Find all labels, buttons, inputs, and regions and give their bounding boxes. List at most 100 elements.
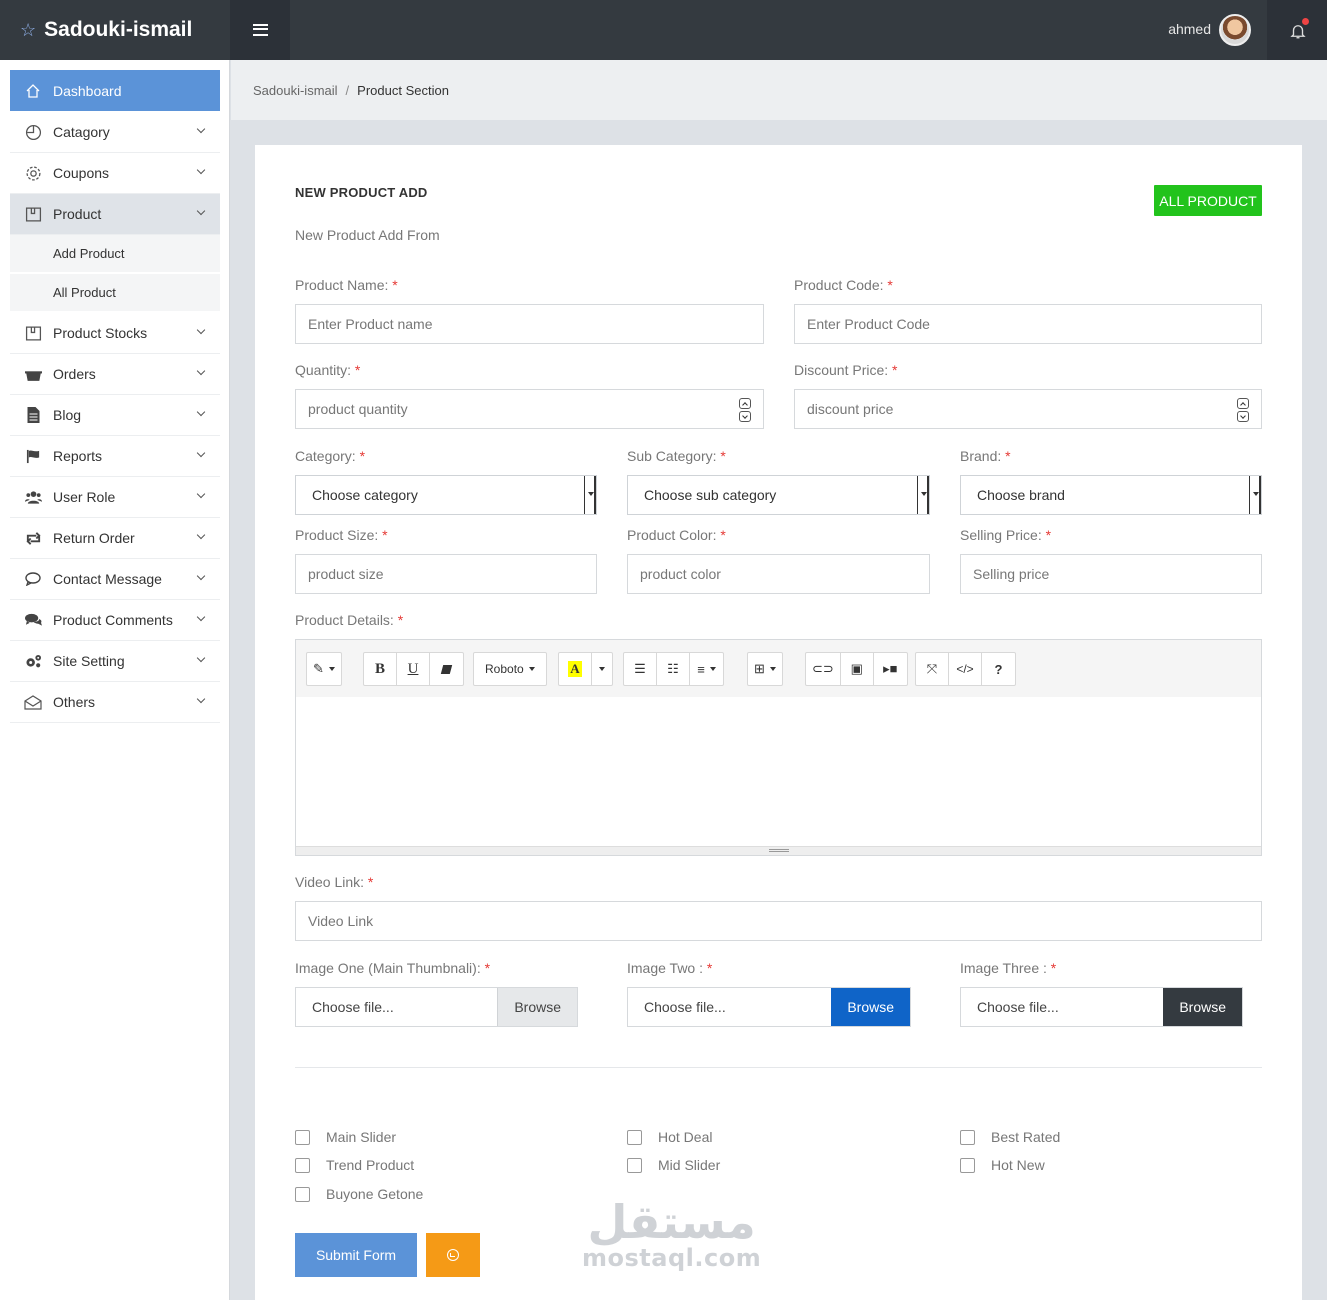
retweet-icon bbox=[24, 529, 42, 547]
help-button[interactable]: ? bbox=[982, 653, 1015, 685]
number-spinner[interactable] bbox=[739, 398, 751, 422]
sub-category-select[interactable]: Choose sub category bbox=[627, 475, 930, 515]
checkbox-box[interactable] bbox=[295, 1186, 310, 1202]
sidebar-item-reports[interactable]: Reports bbox=[10, 436, 220, 477]
text-color-button[interactable]: A bbox=[559, 653, 592, 685]
ordered-list-button[interactable]: ☷ bbox=[657, 653, 690, 685]
code-view-button[interactable]: </> bbox=[949, 653, 982, 685]
checkbox-trend-product[interactable]: Trend Product bbox=[295, 1157, 414, 1173]
spin-down-icon bbox=[1237, 411, 1249, 422]
product-details-editor[interactable]: ✎ B U Roboto A ☰ ☷ ≡ ⊞ ⊂⊃ ▣ ▸■ ⤧ </> ? bbox=[295, 639, 1262, 856]
checkbox-box[interactable] bbox=[960, 1157, 975, 1173]
category-select[interactable]: Choose category bbox=[295, 475, 597, 515]
avatar[interactable] bbox=[1219, 14, 1251, 46]
sidebar-item-dashboard[interactable]: Dashboard bbox=[10, 70, 220, 111]
home-icon bbox=[24, 82, 42, 100]
checkbox-box[interactable] bbox=[295, 1129, 310, 1145]
sidebar-item-label: Dashboard bbox=[53, 82, 122, 99]
product-color-input[interactable]: product color bbox=[627, 554, 930, 594]
checkbox-box[interactable] bbox=[295, 1157, 310, 1173]
video-button[interactable]: ▸■ bbox=[874, 653, 907, 685]
editor-resize-handle[interactable] bbox=[296, 846, 1261, 855]
browse-button[interactable]: Browse bbox=[497, 988, 577, 1026]
unordered-list-button[interactable]: ☰ bbox=[624, 653, 657, 685]
file-name: Choose file... bbox=[644, 999, 726, 1015]
sidebar-item-user-role[interactable]: User Role bbox=[10, 477, 220, 518]
checkbox-label: Hot Deal bbox=[658, 1129, 713, 1145]
font-name-dropdown[interactable]: Roboto bbox=[474, 653, 546, 685]
discount-price-input[interactable]: discount price bbox=[794, 389, 1262, 429]
chevron-down-icon bbox=[196, 165, 206, 175]
envelope-open-icon bbox=[24, 693, 42, 711]
sidebar-item-others[interactable]: Others bbox=[10, 682, 220, 723]
fullscreen-button[interactable]: ⤧ bbox=[916, 653, 949, 685]
bold-button[interactable]: B bbox=[364, 653, 397, 685]
eraser-button[interactable] bbox=[430, 653, 463, 685]
product-size-input[interactable]: product size bbox=[295, 554, 597, 594]
sidebar-subitem-add-product[interactable]: Add Product bbox=[10, 235, 220, 273]
number-spinner[interactable] bbox=[1237, 398, 1249, 422]
checkbox-main-slider[interactable]: Main Slider bbox=[295, 1129, 396, 1145]
brand-select[interactable]: Choose brand bbox=[960, 475, 1262, 515]
list-group: ☰ ☷ ≡ bbox=[623, 652, 724, 686]
placeholder: discount price bbox=[807, 401, 894, 417]
sidebar-item-orders[interactable]: Orders bbox=[10, 354, 220, 395]
sidebar-item-catagory[interactable]: Catagory bbox=[10, 112, 220, 153]
user-name[interactable]: ahmed bbox=[1168, 21, 1211, 37]
checkbox-label: Main Slider bbox=[326, 1129, 397, 1145]
reset-button[interactable] bbox=[426, 1233, 480, 1277]
breadcrumb-root[interactable]: Sadouki-ismail bbox=[253, 83, 338, 98]
color-group: A bbox=[558, 652, 613, 686]
browse-button[interactable]: Browse bbox=[831, 988, 910, 1026]
underline-button[interactable]: U bbox=[397, 653, 430, 685]
sidebar-item-site-setting[interactable]: Site Setting bbox=[10, 641, 220, 682]
checkbox-hot-new[interactable]: Hot New bbox=[960, 1157, 1045, 1173]
insert-group: ⊂⊃ ▣ ▸■ bbox=[805, 652, 908, 686]
checkbox-box[interactable] bbox=[627, 1157, 642, 1173]
checkbox-mid-slider[interactable]: Mid Slider bbox=[627, 1157, 720, 1173]
sidebar-item-blog[interactable]: Blog bbox=[10, 395, 220, 436]
magic-style-button[interactable]: ✎ bbox=[307, 653, 341, 685]
selected-value: Choose brand bbox=[977, 487, 1065, 503]
sidebar-subitem-all-product[interactable]: All Product bbox=[10, 274, 220, 312]
image-one-file-input[interactable]: Choose file... Browse bbox=[295, 987, 578, 1027]
quantity-input[interactable]: product quantity bbox=[295, 389, 764, 429]
sidebar-item-label: Reports bbox=[53, 448, 103, 464]
sidebar-item-product-stocks[interactable]: Product Stocks bbox=[10, 313, 220, 354]
checkbox-hot-deal[interactable]: Hot Deal bbox=[627, 1129, 712, 1145]
sidebar-item-product-comments[interactable]: Product Comments bbox=[10, 600, 220, 641]
product-name-input[interactable]: Enter Product name bbox=[295, 304, 764, 344]
checkbox-buyone-getone[interactable]: Buyone Getone bbox=[295, 1186, 423, 1202]
video-link-input[interactable]: Video Link bbox=[295, 901, 1262, 941]
chevron-down-icon bbox=[196, 124, 206, 134]
checkbox-best-rated[interactable]: Best Rated bbox=[960, 1129, 1060, 1145]
paragraph-button[interactable]: ≡ bbox=[690, 653, 723, 685]
sidebar-item-return-order[interactable]: Return Order bbox=[10, 518, 220, 559]
brand-label: Brand: * bbox=[960, 448, 1011, 464]
table-button[interactable]: ⊞ bbox=[748, 653, 782, 685]
sidebar-item-product[interactable]: Product bbox=[10, 194, 220, 235]
product-code-input[interactable]: Enter Product Code bbox=[794, 304, 1262, 344]
brand[interactable]: ☆ Sadouki-ismail bbox=[0, 0, 230, 60]
link-icon: ⊂⊃ bbox=[812, 661, 834, 676]
all-product-button[interactable]: ALL PRODUCT bbox=[1154, 185, 1262, 216]
chevron-down-icon bbox=[584, 476, 596, 514]
sidebar-item-coupons[interactable]: Coupons bbox=[10, 153, 220, 194]
checkbox-label: Mid Slider bbox=[658, 1157, 721, 1173]
submit-button[interactable]: Submit Form bbox=[295, 1233, 417, 1277]
chevron-down-icon bbox=[196, 489, 206, 499]
selling-price-label: Selling Price: * bbox=[960, 527, 1052, 543]
color-dropdown[interactable] bbox=[592, 653, 612, 685]
image-three-file-input[interactable]: Choose file... Browse bbox=[960, 987, 1243, 1027]
notifications-button[interactable] bbox=[1267, 0, 1327, 60]
checkbox-box[interactable] bbox=[960, 1129, 975, 1145]
sidebar-item-contact-message[interactable]: Contact Message bbox=[10, 559, 220, 600]
menu-toggle-button[interactable] bbox=[230, 0, 290, 60]
selected-value: Choose category bbox=[312, 487, 418, 503]
link-button[interactable]: ⊂⊃ bbox=[806, 653, 841, 685]
selling-price-input[interactable]: Selling price bbox=[960, 554, 1262, 594]
picture-button[interactable]: ▣ bbox=[841, 653, 874, 685]
image-two-file-input[interactable]: Choose file... Browse bbox=[627, 987, 911, 1027]
checkbox-box[interactable] bbox=[627, 1129, 642, 1145]
browse-button[interactable]: Browse bbox=[1163, 988, 1242, 1026]
